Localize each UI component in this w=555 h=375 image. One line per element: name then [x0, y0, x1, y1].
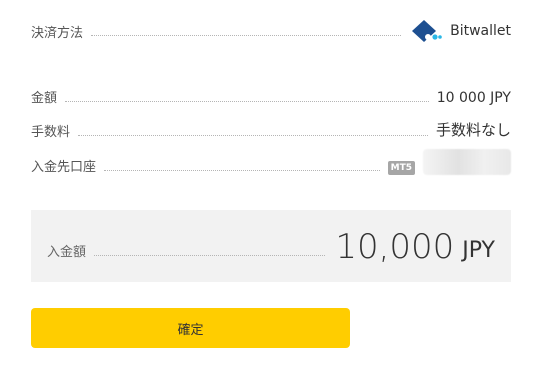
payment-method-brand: Bitwallet: [409, 18, 511, 44]
amount-label: 金額: [31, 91, 58, 106]
total-deposit-box: 入金額 10,000 JPY: [31, 210, 511, 282]
amount-value: 10 000 JPY: [436, 90, 511, 106]
fee-row: 手数料 手数料なし: [31, 120, 511, 140]
dotted-leader: [91, 34, 402, 36]
deposit-account-label: 入金先口座: [31, 160, 97, 175]
payment-method-name: Bitwallet: [450, 23, 511, 39]
dotted-leader: [94, 255, 326, 256]
total-deposit-currency: JPY: [462, 238, 495, 263]
payment-method-label: 決済方法: [31, 25, 84, 41]
dotted-leader: [65, 101, 429, 102]
payment-method-row: 決済方法 Bitwallet: [31, 20, 511, 42]
fee-label: 手数料: [31, 125, 71, 140]
masked-account-number: [423, 149, 511, 175]
dotted-leader: [104, 170, 380, 171]
mt5-badge: MT5: [387, 161, 415, 175]
bitwallet-logo-icon: [412, 20, 442, 42]
total-deposit-amount: 10,000: [335, 227, 455, 267]
amount-row: 金額 10 000 JPY: [31, 86, 511, 106]
dotted-leader: [78, 135, 428, 136]
deposit-account-row: 入金先口座 MT5: [31, 149, 511, 175]
confirm-button[interactable]: 確定: [31, 308, 350, 348]
fee-value: 手数料なし: [435, 121, 511, 139]
total-deposit-label: 入金額: [47, 245, 87, 260]
